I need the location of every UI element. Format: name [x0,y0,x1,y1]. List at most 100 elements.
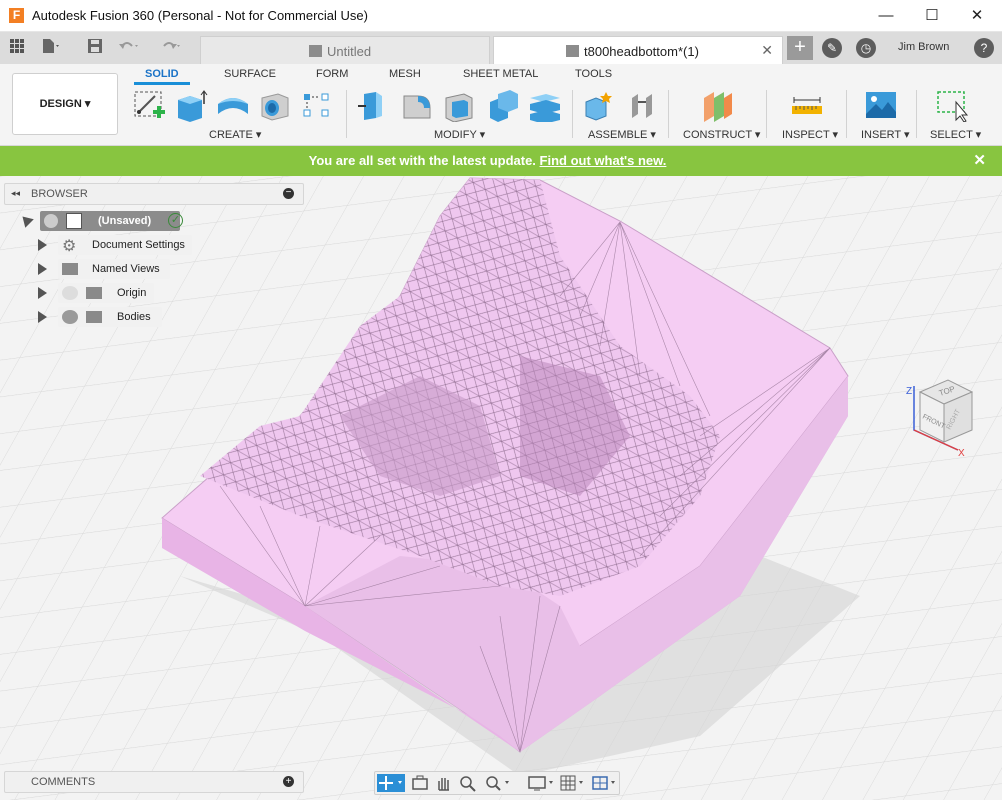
fusion-app-icon: F [9,8,24,23]
tab-sheet-metal[interactable]: SHEET METAL [463,68,538,80]
select-menu[interactable]: SELECT ▾ [930,128,981,141]
split-body-icon[interactable] [528,88,562,124]
tree-item-bodies[interactable]: Bodies [38,307,166,327]
expand-triangle-icon[interactable] [38,287,47,299]
group-divider [916,90,917,138]
expand-triangle-icon[interactable] [38,239,47,251]
shell-icon[interactable] [442,88,476,123]
tab-surface[interactable]: SURFACE [224,68,276,80]
active-tab-indicator [134,82,190,85]
close-window-button[interactable]: ✕ [955,4,999,28]
joint-icon[interactable] [626,88,660,122]
axis-z-label: Z [906,386,912,397]
tree-item-named-views[interactable]: Named Views [38,259,178,279]
insert-menu[interactable]: INSERT ▾ [861,128,910,141]
save-icon[interactable] [84,38,106,58]
inspect-menu[interactable]: INSPECT ▾ [782,128,838,141]
maximize-button[interactable]: ☐ [910,4,954,28]
tree-item-origin[interactable]: Origin [38,283,158,303]
combine-icon[interactable] [486,88,520,122]
pan-icon[interactable] [433,774,455,792]
viewports-icon[interactable] [591,774,619,792]
tree-item-label: Origin [117,287,147,299]
collapse-browser-icon[interactable]: ◂◂ [11,188,20,199]
fillet-icon[interactable] [400,88,434,122]
orbit-icon[interactable] [377,774,405,792]
assemble-menu[interactable]: ASSEMBLE ▾ [588,128,656,141]
group-divider [572,90,573,138]
select-icon[interactable] [936,88,970,123]
tree-item-document-settings[interactable]: ⚙ Document Settings [38,235,198,255]
grid-settings-icon[interactable] [559,774,589,792]
extrude-icon[interactable] [174,88,208,122]
display-settings-icon[interactable] [527,774,557,792]
component-icon [566,45,579,57]
collapse-triangle-icon[interactable] [18,212,34,228]
hidden-eye-icon[interactable] [62,286,78,300]
new-tab-button[interactable]: + [787,36,813,60]
help-icon[interactable]: ? [974,38,994,58]
pattern-icon[interactable] [300,88,334,122]
title-bar: F Autodesk Fusion 360 (Personal - Not fo… [0,0,1002,32]
root-component-label: (Unsaved) [98,215,152,227]
axis-x-label: X [958,448,965,458]
new-component-icon[interactable] [582,88,616,122]
expand-triangle-icon[interactable] [38,263,47,275]
group-divider [846,90,847,138]
tree-root[interactable]: (Unsaved) ✓ [18,211,190,231]
tree-item-label: Document Settings [92,239,185,251]
visibility-eye-icon[interactable] [62,310,78,324]
hole-icon[interactable] [258,88,292,122]
browser-panel: ◂◂ BROWSER − [4,183,304,205]
gear-icon: ⚙ [62,238,77,255]
construct-menu[interactable]: CONSTRUCT ▾ [683,128,760,141]
zoom-icon[interactable] [457,774,479,792]
tab-solid[interactable]: SOLID [145,68,179,80]
tree-item-label: Named Views [92,263,160,275]
clock-icon[interactable]: ◷ [856,38,876,58]
tab-mesh[interactable]: MESH [389,68,421,80]
visibility-eye-icon[interactable] [44,214,58,228]
active-checkmark-icon[interactable]: ✓ [168,213,183,228]
minimize-browser-icon[interactable]: − [283,188,294,199]
undo-icon[interactable] [118,38,140,58]
grid-icon[interactable] [6,38,28,58]
create-sketch-icon[interactable] [133,88,167,122]
view-cube[interactable]: TOP FRONT RIGHT Z X [900,372,982,459]
component-icon [66,213,82,229]
expand-triangle-icon[interactable] [38,311,47,323]
add-comment-icon[interactable]: + [283,776,294,787]
revolve-icon[interactable] [216,88,250,122]
browser-title: BROWSER [31,188,88,200]
update-banner: You are all set with the latest update. … [0,146,1002,176]
document-tab-bar: Untitled t800headbottom*(1) ✕ [0,32,1002,64]
tab-tools[interactable]: TOOLS [575,68,612,80]
tab-close-icon[interactable]: ✕ [761,42,773,59]
measure-icon[interactable] [790,88,824,122]
redo-icon[interactable] [160,38,182,58]
press-pull-icon[interactable] [356,88,390,122]
offset-plane-icon[interactable] [700,88,734,122]
tab-untitled[interactable]: Untitled [200,36,490,64]
insert-image-icon[interactable] [864,88,898,122]
file-icon[interactable] [40,38,62,58]
look-at-icon[interactable] [409,774,431,792]
tab-t800headbottom[interactable]: t800headbottom*(1) ✕ [493,36,783,64]
update-message-wrap: You are all set with the latest update. … [0,153,975,168]
minimize-button[interactable]: — [864,4,908,28]
workspace-design-button[interactable]: DESIGN ▾ [12,73,118,135]
tab-label: Untitled [327,44,372,59]
wrench-icon[interactable]: ✎ [822,38,842,58]
ribbon-toolbar: DESIGN ▾ SOLID SURFACE FORM MESH SHEET M… [0,64,1002,146]
navigation-bar [374,771,620,795]
tab-label: t800headbottom*(1) [584,44,699,59]
component-icon [309,45,322,57]
create-menu[interactable]: CREATE ▾ [209,128,261,141]
banner-close-icon[interactable]: ✕ [973,151,986,169]
fit-icon[interactable] [483,774,513,792]
user-name[interactable]: Jim Brown [898,41,949,53]
tab-form[interactable]: FORM [316,68,348,80]
whats-new-link[interactable]: Find out what's new. [540,153,667,168]
modify-menu[interactable]: MODIFY ▾ [434,128,485,141]
group-divider [766,90,767,138]
